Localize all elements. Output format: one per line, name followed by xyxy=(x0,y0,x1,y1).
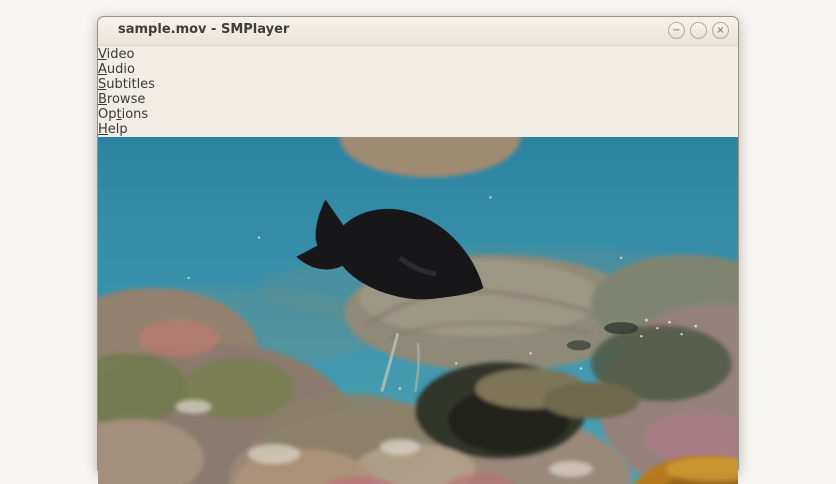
titlebar[interactable]: sample.mov - SMPlayer − × xyxy=(98,17,738,46)
maximize-button[interactable] xyxy=(690,22,707,39)
desktop: sample.mov - SMPlayer −× OpenPlayVideoAu… xyxy=(0,0,836,484)
smplayer-window: sample.mov - SMPlayer −× OpenPlayVideoAu… xyxy=(47,16,830,484)
menubar-video[interactable]: Video xyxy=(98,47,738,62)
menubar-subtitles[interactable]: Subtitles xyxy=(98,77,738,92)
menubar-browse[interactable]: Browse xyxy=(98,92,738,107)
minimize-button[interactable]: − xyxy=(668,22,685,39)
minimize-icon: − xyxy=(672,24,681,36)
window-controls: − × xyxy=(668,22,729,39)
video-frame xyxy=(47,96,830,484)
window-title: sample.mov - SMPlayer xyxy=(118,22,290,37)
menubar-help[interactable]: Help xyxy=(98,122,738,137)
menubar-audio[interactable]: Audio xyxy=(98,62,738,77)
video-area[interactable] xyxy=(47,96,830,484)
close-icon: × xyxy=(716,24,725,36)
close-button[interactable]: × xyxy=(712,22,729,39)
menubar-options[interactable]: Options xyxy=(98,107,738,122)
